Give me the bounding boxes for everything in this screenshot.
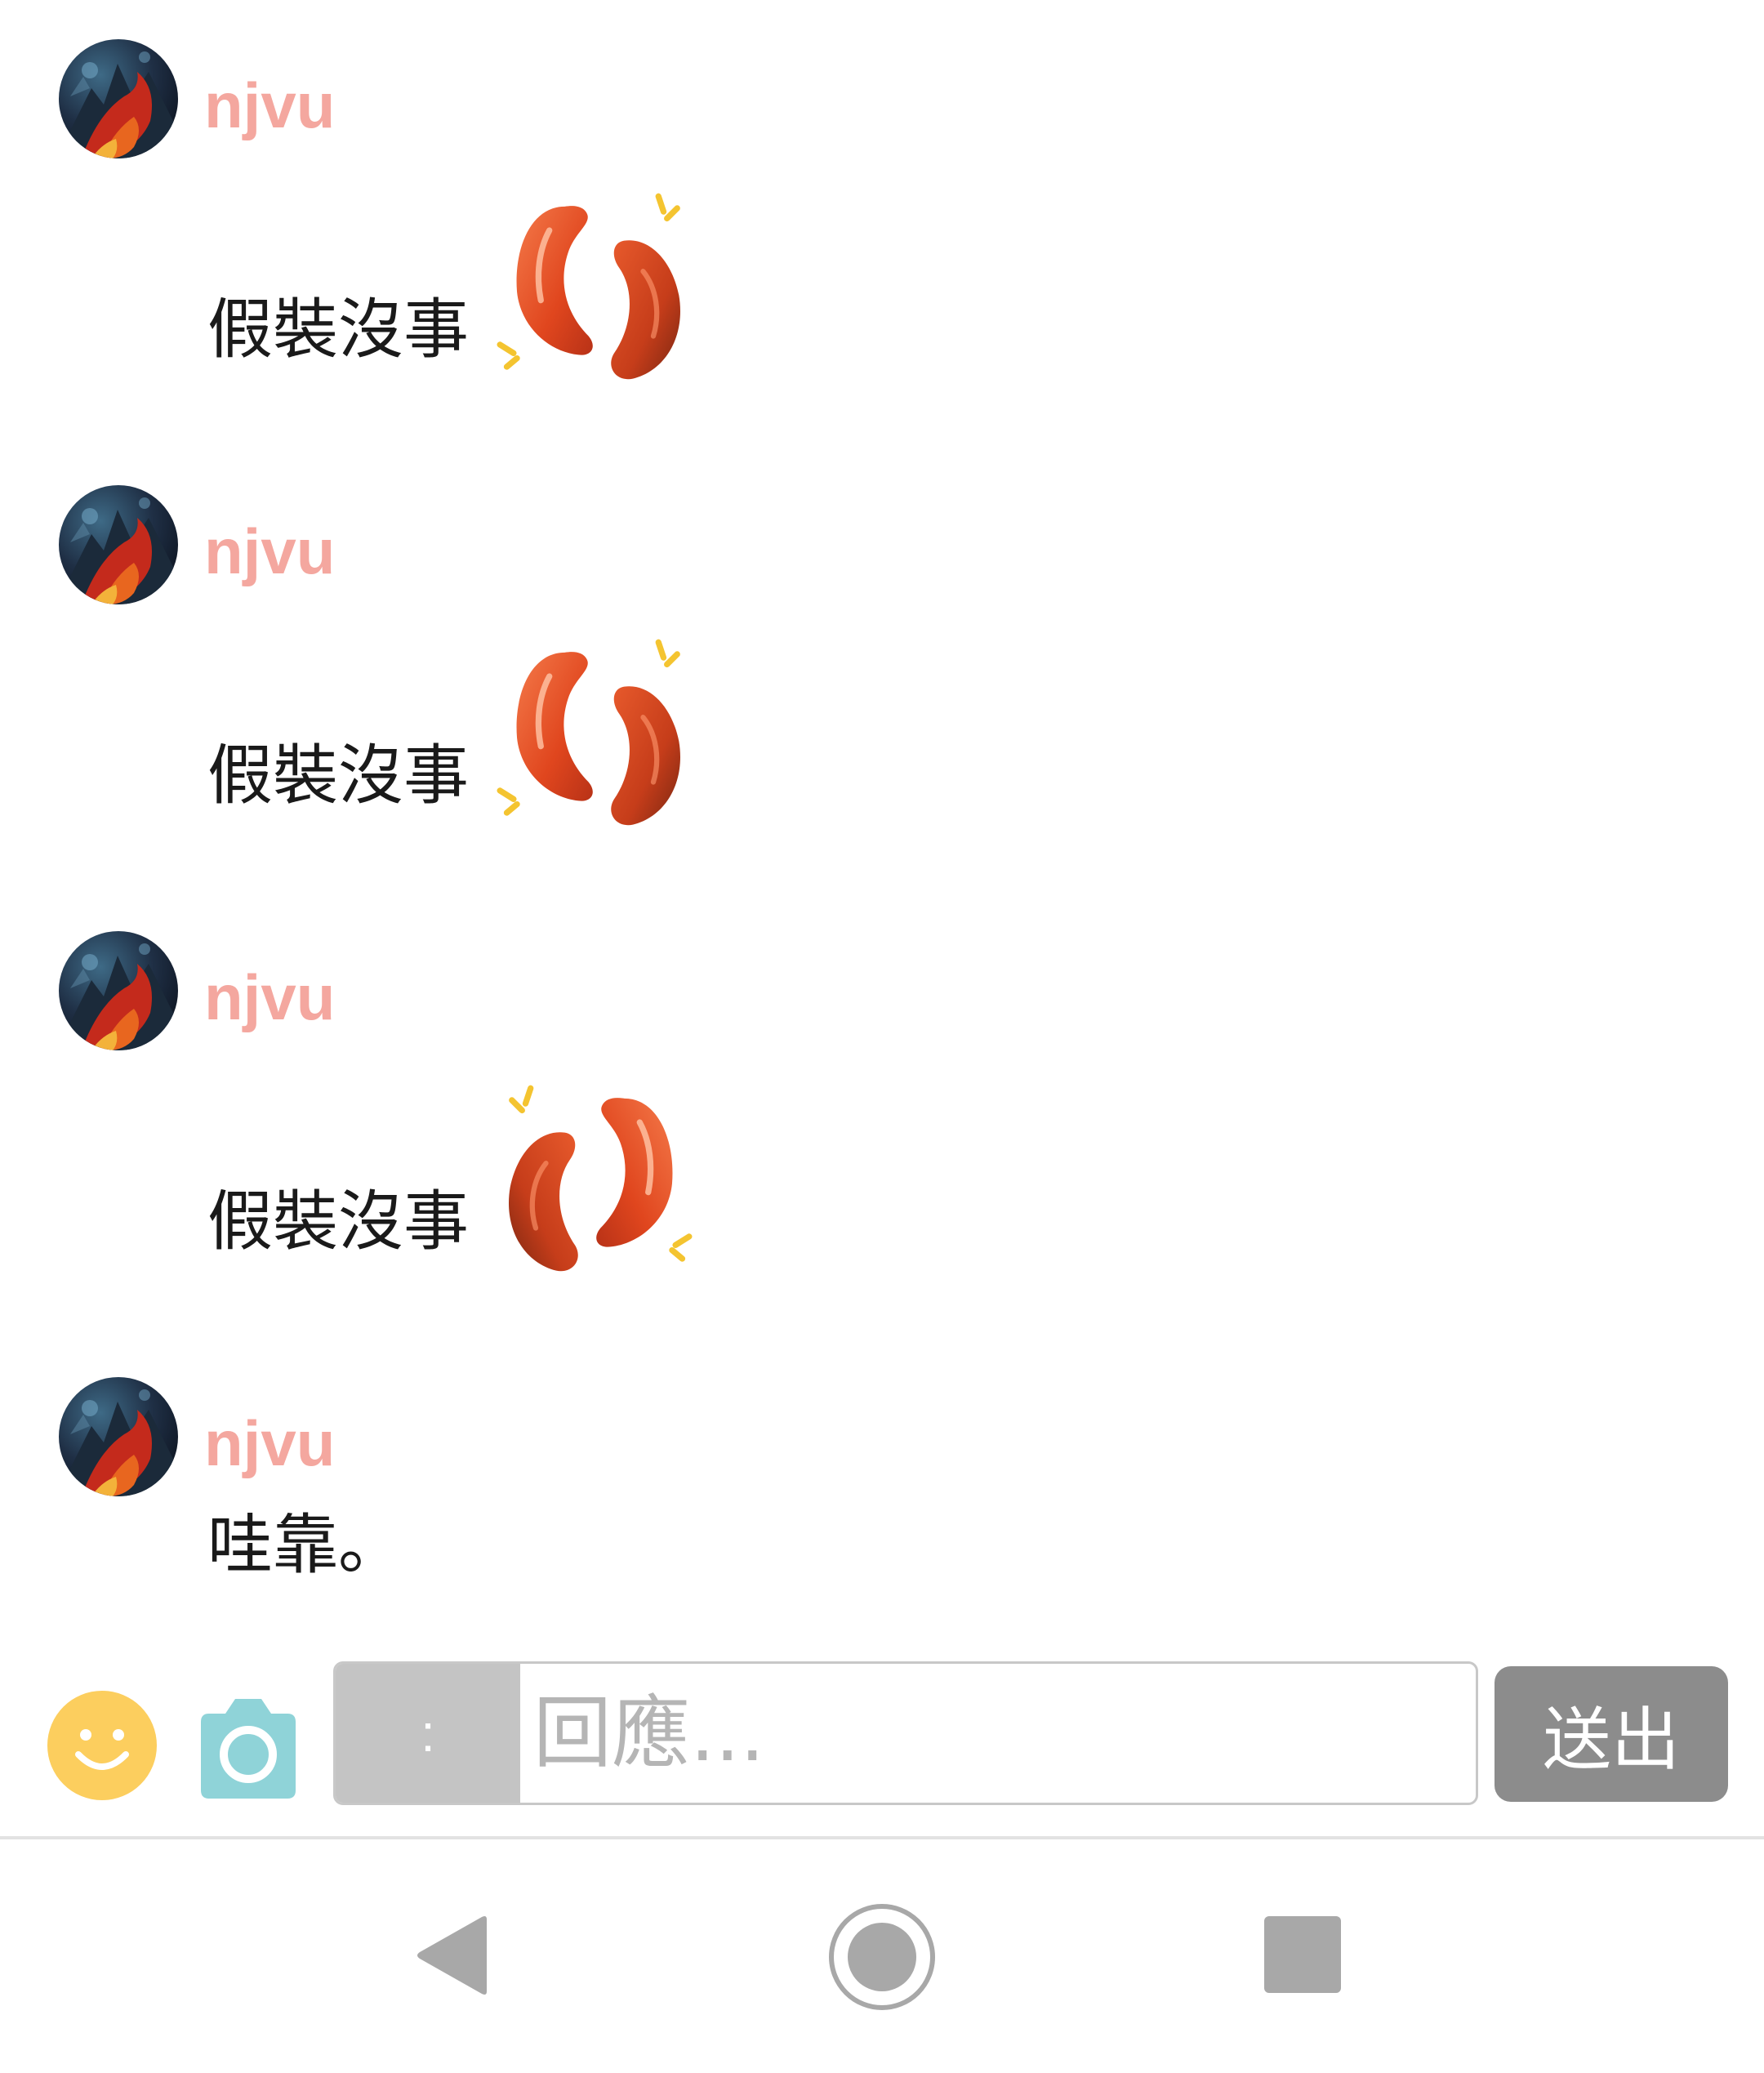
camera-icon[interactable] bbox=[193, 1694, 304, 1799]
message-text: 假裝沒事 bbox=[207, 292, 469, 368]
message-text: 假裝沒事 bbox=[207, 738, 469, 814]
home-circle-icon[interactable] bbox=[826, 1901, 938, 2013]
system-nav-bar bbox=[0, 1839, 1764, 2073]
username[interactable]: njvu bbox=[204, 74, 335, 137]
username[interactable]: njvu bbox=[204, 965, 335, 1029]
avatar[interactable] bbox=[59, 931, 178, 1050]
message-text: 哇靠。 bbox=[207, 1507, 403, 1583]
message-text: 假裝沒事 bbox=[207, 1184, 469, 1259]
bean-sticker-icon bbox=[497, 189, 693, 386]
reply-input[interactable] bbox=[520, 1664, 1476, 1803]
avatar[interactable] bbox=[59, 39, 178, 158]
reply-composer: : 送出 bbox=[0, 1658, 1764, 1813]
bean-sticker-icon bbox=[497, 1081, 693, 1277]
reply-prefix-button[interactable]: : bbox=[336, 1664, 520, 1803]
avatar[interactable] bbox=[59, 1377, 178, 1496]
back-triangle-icon[interactable] bbox=[415, 1915, 493, 1996]
send-button[interactable]: 送出 bbox=[1494, 1666, 1728, 1802]
recents-square-icon[interactable] bbox=[1264, 1916, 1341, 1993]
avatar[interactable] bbox=[59, 485, 178, 604]
smiley-icon[interactable] bbox=[47, 1691, 157, 1800]
reply-box: : bbox=[333, 1661, 1478, 1805]
username[interactable]: njvu bbox=[204, 1411, 335, 1475]
username[interactable]: njvu bbox=[204, 519, 335, 583]
bean-sticker-icon bbox=[497, 635, 693, 831]
